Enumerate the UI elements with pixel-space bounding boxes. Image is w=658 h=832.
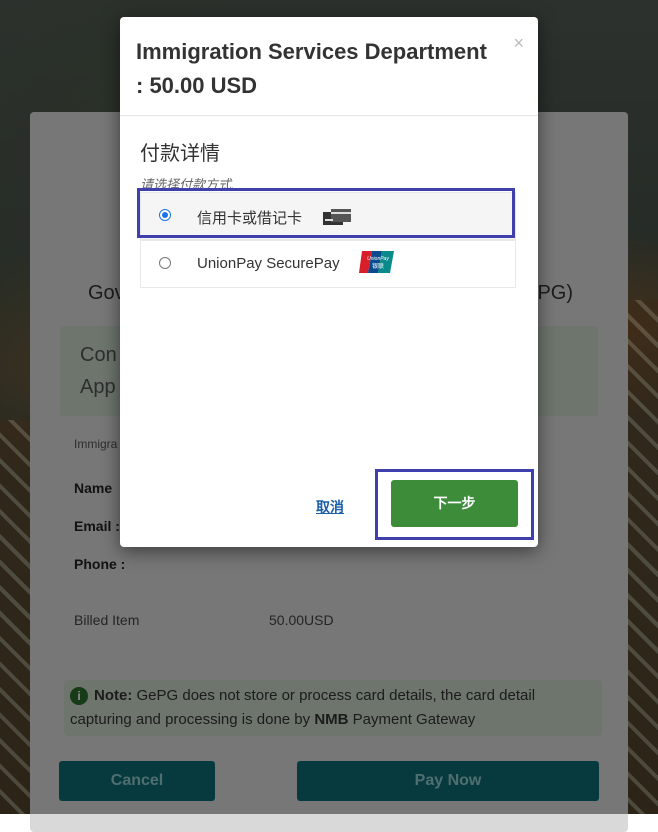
modal-title: Immigration Services Department : 50.00 …	[136, 39, 487, 98]
svg-text:UnionPay: UnionPay	[367, 256, 389, 262]
close-icon[interactable]: ×	[513, 33, 524, 54]
cancel-link[interactable]: 取消	[316, 497, 344, 517]
svg-text:银联: 银联	[372, 262, 384, 270]
payment-option-unionpay[interactable]: UnionPay SecurePay UnionPay 银联	[140, 240, 516, 288]
divider	[120, 115, 538, 116]
unionpay-logo: UnionPay 银联	[359, 251, 394, 273]
payment-modal: Immigration Services Department : 50.00 …	[120, 17, 538, 547]
highlight-box-next-button	[375, 469, 534, 540]
option-label-unionpay: UnionPay SecurePay	[197, 255, 340, 272]
payment-details-title: 付款详情	[140, 143, 220, 165]
highlight-box-card-option	[137, 188, 515, 238]
radio-unionpay[interactable]	[159, 257, 171, 269]
